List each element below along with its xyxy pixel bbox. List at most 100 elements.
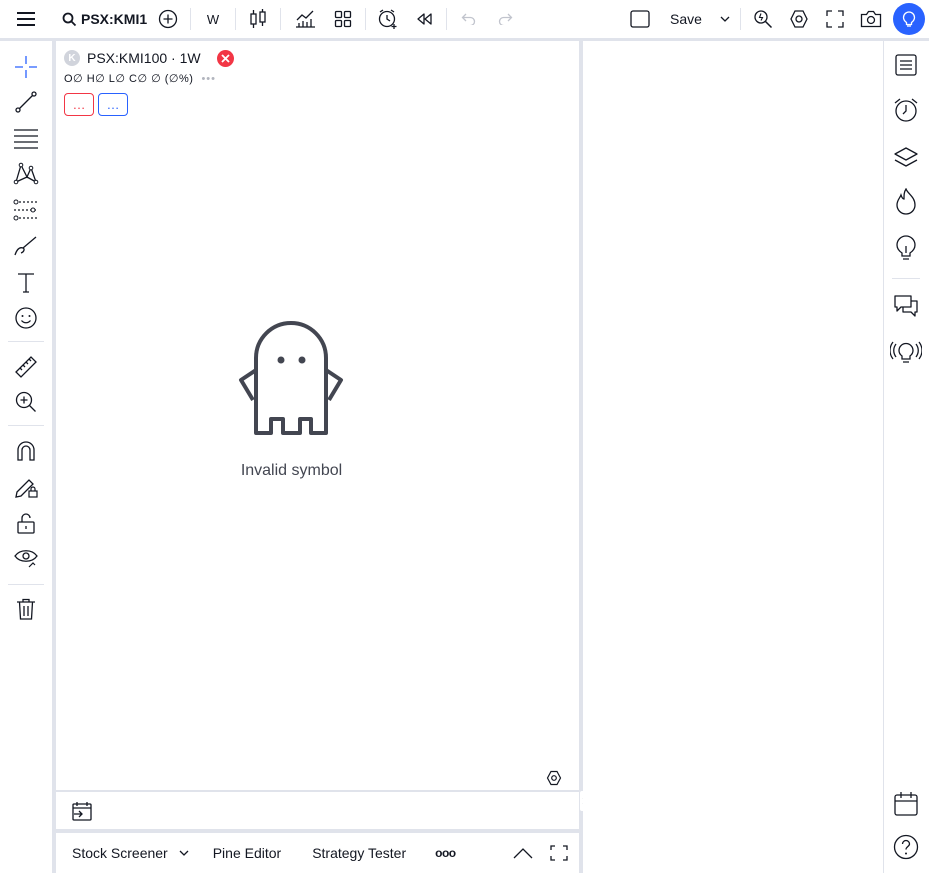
indicators-button[interactable] [285, 0, 325, 38]
crosshair-icon [15, 56, 37, 78]
square-icon [630, 10, 650, 28]
more-tabs-button[interactable]: ooo [435, 846, 456, 860]
snapshot-button[interactable] [853, 0, 889, 38]
settings-button[interactable] [781, 0, 817, 38]
expand-panel-button[interactable] [509, 839, 537, 867]
calendar-goto-icon [72, 802, 92, 821]
compare-symbol-button[interactable] [150, 0, 186, 38]
lightbulb-icon [896, 235, 916, 260]
quick-search-button[interactable] [745, 0, 781, 38]
zoom-in-icon [15, 391, 36, 412]
drawing-toolbar [0, 41, 52, 873]
undo-icon [461, 13, 476, 25]
tab-stock-screener[interactable]: Stock Screener [72, 845, 189, 861]
streams-button[interactable] [890, 336, 922, 368]
publish-circle [893, 3, 925, 35]
flame-icon [896, 188, 916, 215]
calendar-button[interactable] [890, 788, 922, 820]
widget-panel [583, 41, 883, 873]
crosshair-tool[interactable] [8, 52, 44, 82]
object-tree-button[interactable] [890, 141, 922, 173]
invalid-symbol-message: Invalid symbol [240, 462, 343, 479]
goto-date-button[interactable] [70, 800, 94, 822]
redo-button[interactable] [487, 0, 523, 38]
broadcast-icon [890, 341, 922, 363]
maximize-panel-button[interactable] [545, 839, 573, 867]
rewind-icon [417, 13, 432, 25]
brush-tool[interactable] [8, 231, 44, 261]
magnet-icon [17, 441, 35, 461]
alert-button[interactable] [370, 0, 406, 38]
menu-button[interactable] [0, 0, 52, 38]
unlock-icon [17, 513, 35, 534]
chart-type-button[interactable] [240, 0, 276, 38]
indicators-icon [296, 10, 315, 28]
plus-circle-icon [158, 9, 178, 29]
hide-drawings-tool[interactable] [8, 543, 44, 573]
strategy-tester-label: Strategy Tester [312, 845, 407, 861]
replay-button[interactable] [406, 0, 442, 38]
indicator-pill-blue[interactable]: … [98, 93, 128, 116]
separator [280, 8, 281, 30]
save-label: Save [670, 11, 702, 27]
fullscreen-icon [826, 10, 844, 28]
symbol-search-button[interactable]: PSX:KMI1 [52, 0, 150, 38]
separator [8, 425, 44, 426]
templates-button[interactable] [325, 0, 361, 38]
undo-button[interactable] [451, 0, 487, 38]
help-button[interactable] [890, 831, 922, 863]
ghost-illustration [238, 320, 344, 436]
interval-button[interactable]: W [195, 0, 231, 38]
calendar-icon [894, 792, 918, 816]
redo-icon [498, 13, 513, 25]
ohlc-values: O∅ H∅ L∅ C∅ ∅ (∅%) ••• [64, 72, 216, 86]
close-icon [220, 53, 230, 63]
separator [740, 8, 741, 30]
prediction-tool[interactable] [8, 195, 44, 225]
chat-icon [894, 295, 918, 317]
measure-tool[interactable] [8, 352, 44, 382]
top-toolbar: PSX:KMI1 W Save [0, 0, 929, 38]
brush-icon [14, 236, 37, 256]
remove-drawings-tool[interactable] [8, 594, 44, 624]
fullscreen-button[interactable] [817, 0, 853, 38]
lightbulb-icon [902, 11, 916, 27]
ghost-icon [239, 321, 343, 435]
series-title[interactable]: PSX:KMI100 · 1W [87, 50, 201, 66]
layout-button[interactable] [622, 0, 658, 38]
ruler-icon [15, 356, 37, 378]
separator [235, 8, 236, 30]
save-dropdown-button[interactable] [714, 0, 736, 38]
emoji-tool[interactable] [8, 303, 44, 333]
alerts-button[interactable] [890, 94, 922, 126]
lock-all-tool[interactable] [8, 508, 44, 538]
chart-settings-button[interactable] [545, 769, 563, 787]
patterns-tool[interactable] [8, 158, 44, 188]
watchlist-button[interactable] [890, 49, 922, 81]
ideas-button[interactable] [890, 232, 922, 264]
tab-pine-editor[interactable]: Pine Editor [213, 845, 281, 861]
text-tool[interactable] [8, 267, 44, 297]
error-icon[interactable] [216, 49, 234, 67]
tab-strategy-tester[interactable]: Strategy Tester [312, 845, 406, 861]
date-range-bar [56, 792, 579, 829]
more-label: ooo [435, 846, 456, 860]
stock-screener-label: Stock Screener [72, 845, 168, 861]
more-dots[interactable]: ••• [201, 73, 216, 85]
publish-button[interactable] [889, 0, 929, 38]
symbol-label: PSX:KMI1 [81, 11, 148, 27]
fib-tool[interactable] [8, 123, 44, 153]
separator [8, 341, 44, 342]
chats-button[interactable] [890, 291, 922, 323]
chevron-down-icon [179, 850, 189, 856]
trash-icon [17, 598, 35, 620]
series-legend[interactable]: K PSX:KMI100 · 1W [64, 49, 234, 67]
indicator-pill-red[interactable]: … [64, 93, 94, 116]
right-sidebar [884, 41, 929, 873]
hotlists-button[interactable] [890, 186, 922, 218]
save-button[interactable]: Save [658, 0, 714, 38]
trendline-tool[interactable] [8, 87, 44, 117]
zoom-tool[interactable] [8, 387, 44, 417]
chevron-down-icon [720, 16, 730, 22]
hamburger-icon [17, 12, 35, 26]
